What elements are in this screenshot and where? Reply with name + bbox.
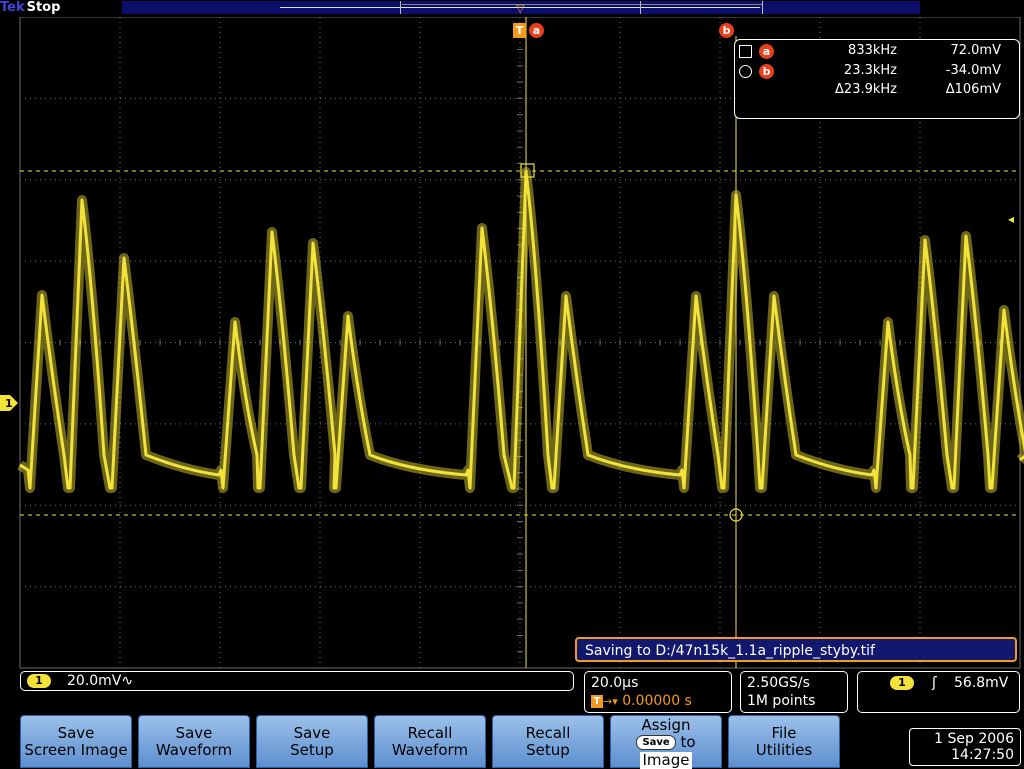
button-line-1: File (771, 724, 797, 742)
button-line-3: Image (639, 752, 693, 769)
button-to-text: to (680, 733, 696, 751)
channel-1-scale: 20.0mV∿ (67, 673, 134, 689)
trigger-level: 56.8mV (954, 675, 1009, 691)
button-line-2: Waveform (155, 741, 233, 759)
cursor-a-label: a (759, 44, 774, 59)
cursor-b-voltage: -34.0mV (945, 63, 1001, 78)
trigger-level-arrow-icon[interactable]: ◂ (1008, 212, 1014, 226)
cursor-a-readout: a 833kHz 72.0mV (735, 43, 1019, 61)
sample-rate: 2.50GS/s (747, 675, 810, 691)
channel-1-scale-readout[interactable]: 1 20.0mV∿ (20, 671, 574, 691)
time-per-division: 20.0µs (591, 675, 639, 691)
trigger-position-marker[interactable]: ▽ (516, 2, 526, 16)
record-bracket-left (400, 1, 401, 14)
brand-logo: Tek (0, 0, 25, 15)
recall-setup-button[interactable]: Recall Setup (492, 715, 604, 768)
record-bracket-right (762, 1, 763, 14)
status-bar: Tek Stop (0, 0, 1024, 17)
horizontal-position-row: T →▾ 0.00000 s (591, 692, 692, 711)
button-line-2: Save to (611, 734, 721, 751)
button-line-2: Setup (526, 741, 570, 759)
button-line-1: Recall (525, 724, 571, 742)
circle-icon (739, 65, 752, 78)
trigger-small-badge: T (591, 695, 603, 708)
date: 1 Sep 2006 (934, 731, 1014, 747)
save-key-badge: Save (636, 735, 676, 750)
time: 14:27:50 (951, 747, 1014, 763)
record-view-window (402, 4, 762, 12)
cursor-a-badge: a (529, 23, 544, 38)
assign-save-to-image-button[interactable]: Assign Save to Image (610, 715, 722, 769)
cursor-a-frequency: 833kHz (848, 43, 897, 58)
date-time: 1 Sep 2006 14:27:50 (909, 728, 1021, 766)
delta-frequency: Δ23.9kHz (835, 82, 897, 97)
button-line-1: Save (293, 724, 331, 742)
file-utilities-button[interactable]: File Utilities (728, 715, 840, 768)
button-line-1: Save (57, 724, 95, 742)
recall-waveform-button[interactable]: Recall Waveform (374, 715, 486, 768)
channel-1-badge: 1 (27, 674, 51, 688)
rising-edge-icon: ʃ (932, 675, 937, 691)
saving-message: Saving to D:/47n15k_1.1a_ripple_styby.ti… (575, 637, 1017, 662)
cursor-b-frequency: 23.3kHz (843, 63, 897, 78)
acquisition-state: Stop (26, 0, 61, 15)
save-setup-button[interactable]: Save Setup (256, 715, 368, 768)
cursor-b-readout: b 23.3kHz -34.0mV (735, 63, 1019, 81)
cursor-b-label: b (759, 64, 774, 79)
button-line-1: Save (175, 724, 213, 742)
trigger-readout[interactable]: 1 ʃ 56.8mV (857, 671, 1020, 713)
record-length: 1M points (747, 693, 816, 709)
delta-voltage: Δ106mV (945, 82, 1001, 97)
button-line-2: Screen Image (24, 741, 128, 759)
button-line-2: Utilities (755, 741, 813, 759)
cursor-readout[interactable]: a 833kHz 72.0mV b 23.3kHz -34.0mV Δ23.9k… (734, 39, 1020, 119)
brand-and-state: Tek Stop (0, 0, 60, 16)
acquisition-readout[interactable]: 2.50GS/s 1M points (740, 671, 848, 713)
horizontal-position: 0.00000 s (622, 693, 692, 709)
trigger-badge: T (513, 23, 526, 38)
save-waveform-button[interactable]: Save Waveform (138, 715, 250, 768)
channel-1-offset-marker[interactable]: 1 (0, 395, 18, 411)
trigger-source-badge: 1 (890, 676, 914, 690)
arrow-down-icon: →▾ (603, 695, 618, 708)
button-line-1: Assign (641, 716, 691, 734)
channel-1-marker-label: 1 (5, 397, 13, 410)
cursor-b-badge: b (719, 23, 734, 38)
save-screen-image-button[interactable]: Save Screen Image (20, 715, 132, 768)
button-line-2: Waveform (391, 741, 469, 759)
record-bracket-left-mid (640, 1, 641, 14)
square-icon (739, 45, 752, 58)
cursor-delta-readout: Δ23.9kHz Δ106mV (735, 82, 1019, 100)
horizontal-readout[interactable]: 20.0µs T →▾ 0.00000 s (584, 671, 732, 713)
button-line-1: Recall (407, 724, 453, 742)
button-line-2: Setup (290, 741, 334, 759)
cursor-a-voltage: 72.0mV (950, 43, 1001, 58)
